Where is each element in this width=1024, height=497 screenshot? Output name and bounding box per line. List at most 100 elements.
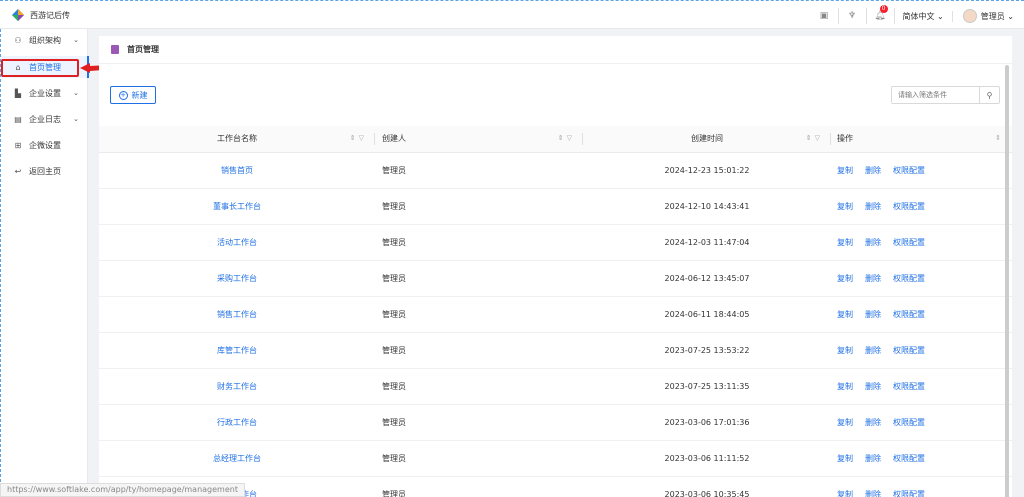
column-header-created-time[interactable]: 创建时间 ⇕▽ (583, 126, 831, 153)
workbench-name-link[interactable]: 财务工作台 (99, 368, 375, 405)
actions-cell: 复制 删除 权限配置 (831, 404, 1012, 441)
new-button[interactable]: + 新建 (110, 86, 156, 104)
permission-config-link[interactable]: 权限配置 (893, 310, 925, 319)
creator-cell: 管理员 (375, 188, 583, 225)
main-content: 首页管理 + 新建 ⚲ 工作台名称⇕▽ 创建人⇕▽ 创建时间⇕▽ 操作⇕ 销售首… (99, 36, 1012, 497)
sort-filter-icon[interactable]: ⇕▽ (806, 134, 823, 142)
sort-filter-icon[interactable]: ⇕▽ (350, 134, 367, 142)
copy-link[interactable]: 复制 (837, 346, 853, 355)
table-row: 总经理工作台 管理员 2023-03-06 11:11:52 复制 删除 权限配置 (99, 440, 1012, 477)
copy-link[interactable]: 复制 (837, 418, 853, 427)
permission-config-link[interactable]: 权限配置 (893, 418, 925, 427)
delete-link[interactable]: 删除 (865, 166, 881, 175)
sidebar-item-label: 返回主页 (29, 166, 61, 176)
workbench-name-link[interactable]: 董事长工作台 (99, 188, 375, 225)
delete-link[interactable]: 删除 (865, 238, 881, 247)
table-row: 库管工作台 管理员 2023-07-25 13:53:22 复制 删除 权限配置 (99, 332, 1012, 369)
actions-cell: 复制 删除 权限配置 (831, 260, 1012, 297)
delete-link[interactable]: 删除 (865, 202, 881, 211)
delete-link[interactable]: 删除 (865, 490, 881, 497)
sidebar-item-org[interactable]: ⚇ 组织架构 ⌄ (1, 29, 89, 51)
user-menu[interactable]: 管理员 ⌄ (981, 11, 1014, 22)
creator-cell: 管理员 (375, 476, 583, 497)
copy-link[interactable]: 复制 (837, 274, 853, 283)
created-time-cell: 2024-12-23 15:01:22 (583, 152, 831, 189)
delete-link[interactable]: 删除 (865, 346, 881, 355)
actions-cell: 复制 删除 权限配置 (831, 188, 1012, 225)
permission-config-link[interactable]: 权限配置 (893, 454, 925, 463)
actions-cell: 复制 删除 权限配置 (831, 152, 1012, 189)
copy-link[interactable]: 复制 (837, 310, 853, 319)
creator-cell: 管理员 (375, 368, 583, 405)
topbar-actions: ▣ ♆ 🔔︎ 0 简体中文 ⌄ 管理员 ⌄ (811, 5, 1014, 25)
permission-config-link[interactable]: 权限配置 (893, 490, 925, 497)
actions-cell: 复制 删除 权限配置 (831, 368, 1012, 405)
permission-config-link[interactable]: 权限配置 (893, 238, 925, 247)
sidebar-item-home-management[interactable]: ⌂ 首页管理 (1, 56, 89, 78)
permission-config-link[interactable]: 权限配置 (893, 202, 925, 211)
copy-link[interactable]: 复制 (837, 202, 853, 211)
language-label: 简体中文 (902, 11, 935, 21)
copy-link[interactable]: 复制 (837, 382, 853, 391)
search-icon[interactable]: ⚲ (979, 87, 999, 103)
actions-cell: 复制 删除 权限配置 (831, 332, 1012, 369)
copy-link[interactable]: 复制 (837, 490, 853, 497)
table-row: 行政工作台 管理员 2023-03-06 17:01:36 复制 删除 权限配置 (99, 404, 1012, 441)
avatar[interactable] (962, 9, 977, 23)
search-input[interactable] (892, 87, 979, 103)
creator-cell: 管理员 (375, 224, 583, 261)
copy-link[interactable]: 复制 (837, 166, 853, 175)
workbench-name-link[interactable]: 库管工作台 (99, 332, 375, 369)
workbench-name-link[interactable]: 销售首页 (99, 152, 375, 189)
workbench-name-link[interactable]: 采购工作台 (99, 260, 375, 297)
created-time-cell: 2023-03-06 17:01:36 (583, 404, 831, 441)
top-bar: 西游记后传 ▣ ♆ 🔔︎ 0 简体中文 ⌄ 管理员 ⌄ (0, 0, 1024, 29)
sidebar-item-enterprise-log[interactable]: ▤ 企业日志 ⌄ (1, 108, 89, 130)
sort-filter-icon[interactable]: ⇕▽ (558, 134, 575, 142)
delete-link[interactable]: 删除 (865, 382, 881, 391)
copy-link[interactable]: 复制 (837, 454, 853, 463)
shirt-icon[interactable]: ♆ (839, 8, 867, 24)
chevron-down-icon: ⌄ (73, 36, 79, 44)
permission-config-link[interactable]: 权限配置 (893, 274, 925, 283)
actions-cell: 复制 删除 权限配置 (831, 224, 1012, 261)
delete-link[interactable]: 删除 (865, 274, 881, 283)
sidebar-item-enterprise-settings[interactable]: ▙ 企业设置 ⌄ (1, 82, 89, 104)
document-icon[interactable]: ▣ (811, 8, 839, 24)
plus-icon: + (118, 90, 128, 100)
toolbar: + 新建 ⚲ (99, 64, 1012, 126)
grid-icon: ⊞ (14, 140, 22, 150)
workbench-name-link[interactable]: 销售工作台 (99, 296, 375, 333)
table-row: 销售首页 管理员 2024-12-23 15:01:22 复制 删除 权限配置 (99, 152, 1012, 189)
permission-config-link[interactable]: 权限配置 (893, 166, 925, 175)
permission-config-link[interactable]: 权限配置 (893, 346, 925, 355)
sidebar-item-label: 企微设置 (29, 140, 61, 150)
actions-cell: 复制 删除 权限配置 (831, 476, 1012, 497)
delete-link[interactable]: 删除 (865, 454, 881, 463)
workbench-name-link[interactable]: 活动工作台 (99, 224, 375, 261)
workbench-name-link[interactable]: 行政工作台 (99, 404, 375, 441)
scrollbar[interactable] (1005, 65, 1009, 497)
delete-link[interactable]: 删除 (865, 310, 881, 319)
status-url: https://www.softlake.com/app/ty/homepage… (0, 483, 245, 497)
created-time-cell: 2023-07-25 13:11:35 (583, 368, 831, 405)
created-time-cell: 2024-12-03 11:47:04 (583, 224, 831, 261)
sort-icon[interactable]: ⇕ (995, 134, 1004, 142)
log-icon: ▤ (14, 114, 22, 124)
sidebar-item-back-home[interactable]: ↩ 返回主页 (1, 160, 89, 182)
bell-icon[interactable]: 🔔︎ 0 (867, 5, 895, 24)
workbench-name-link[interactable]: 总经理工作台 (99, 440, 375, 477)
building-icon: ▙ (14, 88, 22, 98)
column-header-creator[interactable]: 创建人 ⇕▽ (375, 126, 583, 153)
creator-cell: 管理员 (375, 404, 583, 441)
org-icon: ⚇ (14, 35, 22, 45)
column-header-actions: 操作 ⇕ (831, 126, 1012, 153)
delete-link[interactable]: 删除 (865, 418, 881, 427)
sidebar-item-wecom-settings[interactable]: ⊞ 企微设置 (1, 134, 89, 156)
sidebar-item-label: 首页管理 (29, 62, 61, 72)
language-select[interactable]: 简体中文 ⌄ (895, 10, 953, 22)
permission-config-link[interactable]: 权限配置 (893, 382, 925, 391)
copy-link[interactable]: 复制 (837, 238, 853, 247)
column-header-name[interactable]: 工作台名称 ⇕▽ (99, 126, 375, 153)
notification-badge: 0 (879, 5, 888, 13)
